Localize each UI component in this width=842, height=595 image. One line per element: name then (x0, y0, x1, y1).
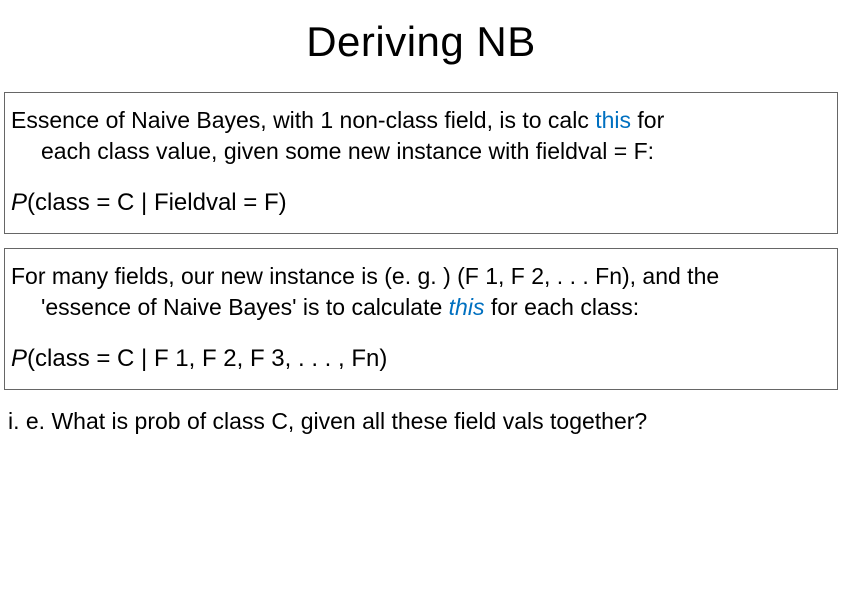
text-segment: 'essence of Naive Bayes' is to calculate (41, 294, 449, 320)
paragraph-1-cont: each class value, given some new instanc… (11, 136, 831, 167)
formula-body: (class = C | Fieldval = F) (27, 189, 287, 216)
emphasis-this: this (449, 294, 485, 320)
text-segment: Essence of Naive Bayes, with 1 non-class… (11, 107, 595, 133)
emphasis-this: this (595, 107, 631, 133)
content-box-1: Essence of Naive Bayes, with 1 non-class… (4, 92, 838, 234)
formula-body: (class = C | F 1, F 2, F 3, . . . , Fn) (27, 345, 387, 372)
paragraph-2-cont: 'essence of Naive Bayes' is to calculate… (11, 292, 831, 323)
text-segment: for (631, 107, 664, 133)
formula-p-symbol: P (11, 189, 27, 216)
paragraph-2: For many fields, our new instance is (e.… (11, 261, 831, 292)
slide-title: Deriving NB (0, 0, 842, 86)
paragraph-1: Essence of Naive Bayes, with 1 non-class… (11, 105, 831, 136)
formula-p-symbol: P (11, 345, 27, 372)
text-segment: for each class: (484, 294, 639, 320)
content-box-2: For many fields, our new instance is (e.… (4, 248, 838, 390)
formula-2: P(class = C | F 1, F 2, F 3, . . . , Fn) (11, 345, 831, 373)
closing-line: i. e. What is prob of class C, given all… (8, 408, 838, 435)
formula-1: P(class = C | Fieldval = F) (11, 189, 831, 217)
